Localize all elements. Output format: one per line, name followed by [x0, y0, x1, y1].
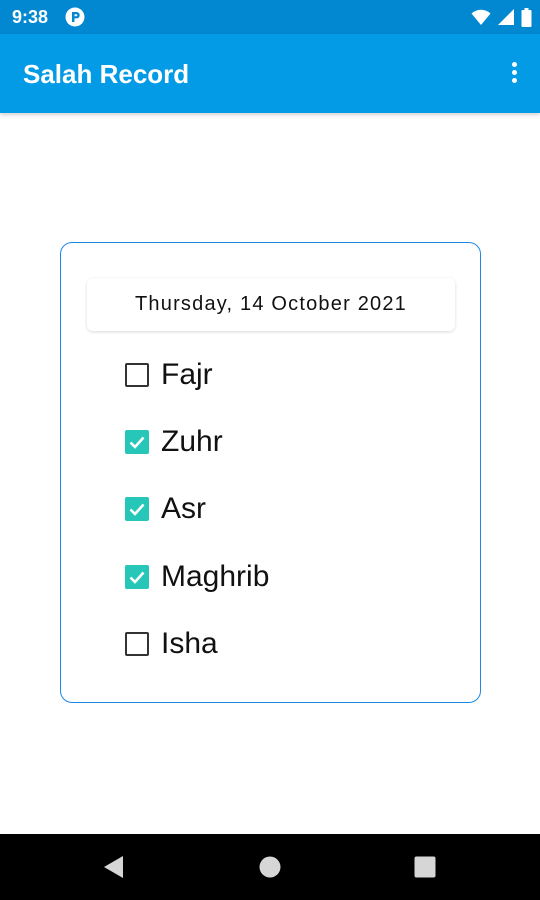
status-bar: 9:38	[0, 0, 540, 34]
prayer-row-maghrib[interactable]: Maghrib	[125, 557, 269, 597]
app-bar: Salah Record	[0, 34, 540, 113]
check-icon	[129, 571, 145, 584]
back-icon[interactable]	[101, 854, 127, 880]
navigation-bar	[0, 834, 540, 900]
prayer-label-zuhr: Zuhr	[161, 425, 223, 458]
check-icon	[129, 436, 145, 449]
prayer-label-isha: Isha	[161, 627, 218, 660]
prayer-row-isha[interactable]: Isha	[125, 624, 218, 664]
checkbox-asr[interactable]	[125, 497, 149, 521]
check-icon	[129, 503, 145, 516]
p-app-icon	[65, 7, 85, 27]
prayer-label-maghrib: Maghrib	[161, 560, 270, 593]
status-icons	[471, 7, 532, 27]
more-vert-icon[interactable]	[504, 60, 524, 88]
recents-icon[interactable]	[412, 854, 438, 880]
checkbox-zuhr[interactable]	[125, 430, 149, 454]
checkbox-fajr[interactable]	[125, 363, 149, 387]
prayer-row-zuhr[interactable]: Zuhr	[125, 422, 223, 462]
app-title: Salah Record	[23, 59, 190, 89]
prayer-label-asr: Asr	[161, 492, 206, 525]
cellular-signal-icon	[498, 9, 514, 25]
prayer-label-fajr: Fajr	[161, 358, 213, 391]
checkbox-maghrib[interactable]	[125, 565, 149, 589]
status-time: 9:38	[12, 7, 49, 27]
battery-icon	[521, 7, 532, 27]
prayer-row-fajr[interactable]: Fajr	[125, 355, 213, 395]
prayer-row-asr[interactable]: Asr	[125, 489, 206, 529]
salah-card: Thursday, 14 October 2021 Fajr Zuhr Asr …	[60, 242, 481, 703]
checkbox-isha[interactable]	[125, 632, 149, 656]
home-icon[interactable]	[257, 854, 283, 880]
wifi-icon	[471, 9, 491, 25]
date-display[interactable]: Thursday, 14 October 2021	[87, 278, 455, 331]
